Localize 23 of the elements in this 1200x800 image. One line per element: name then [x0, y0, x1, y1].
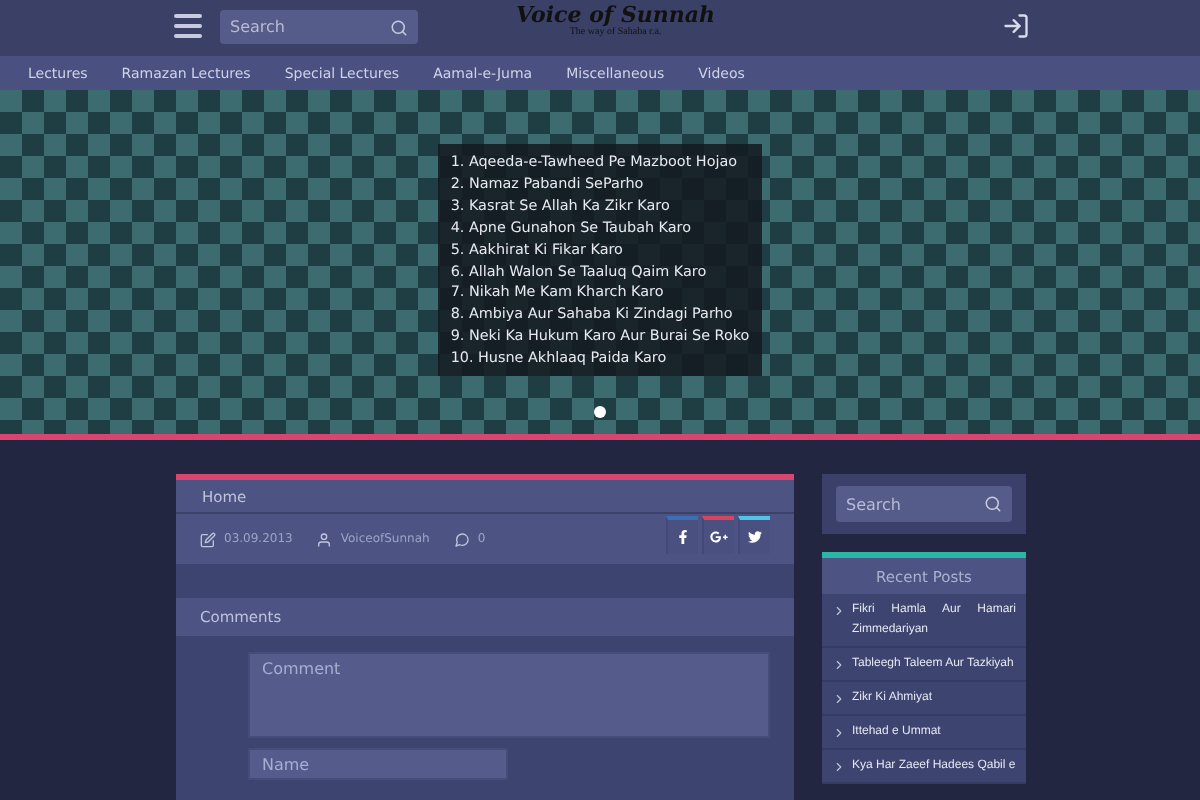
chevron-icon [832, 726, 846, 740]
google-plus-icon [710, 528, 728, 546]
search-field[interactable]: Search [220, 10, 418, 44]
share-button[interactable] [702, 516, 734, 554]
name-field[interactable]: Name [248, 748, 508, 780]
chevron-icon [832, 760, 846, 774]
user-icon [316, 531, 333, 547]
comment-field[interactable]: Comment [248, 652, 770, 738]
search-icon[interactable] [390, 18, 408, 36]
comment-icon [453, 531, 470, 547]
twitter-icon [748, 530, 762, 544]
share-button[interactable] [666, 516, 698, 554]
facebook-icon [676, 530, 690, 544]
chevron-icon [832, 658, 846, 672]
chevron-icon [832, 692, 846, 706]
logo-title: Voice of Sunnah [516, 2, 716, 28]
search-icon[interactable] [984, 495, 1002, 513]
menu-icon[interactable] [174, 14, 202, 38]
chevron-icon [832, 604, 846, 618]
slide-dot[interactable] [594, 406, 606, 418]
login-icon[interactable] [1002, 12, 1030, 40]
edit-icon [200, 531, 216, 547]
sidebar-search-field[interactable]: Search [836, 486, 1012, 522]
